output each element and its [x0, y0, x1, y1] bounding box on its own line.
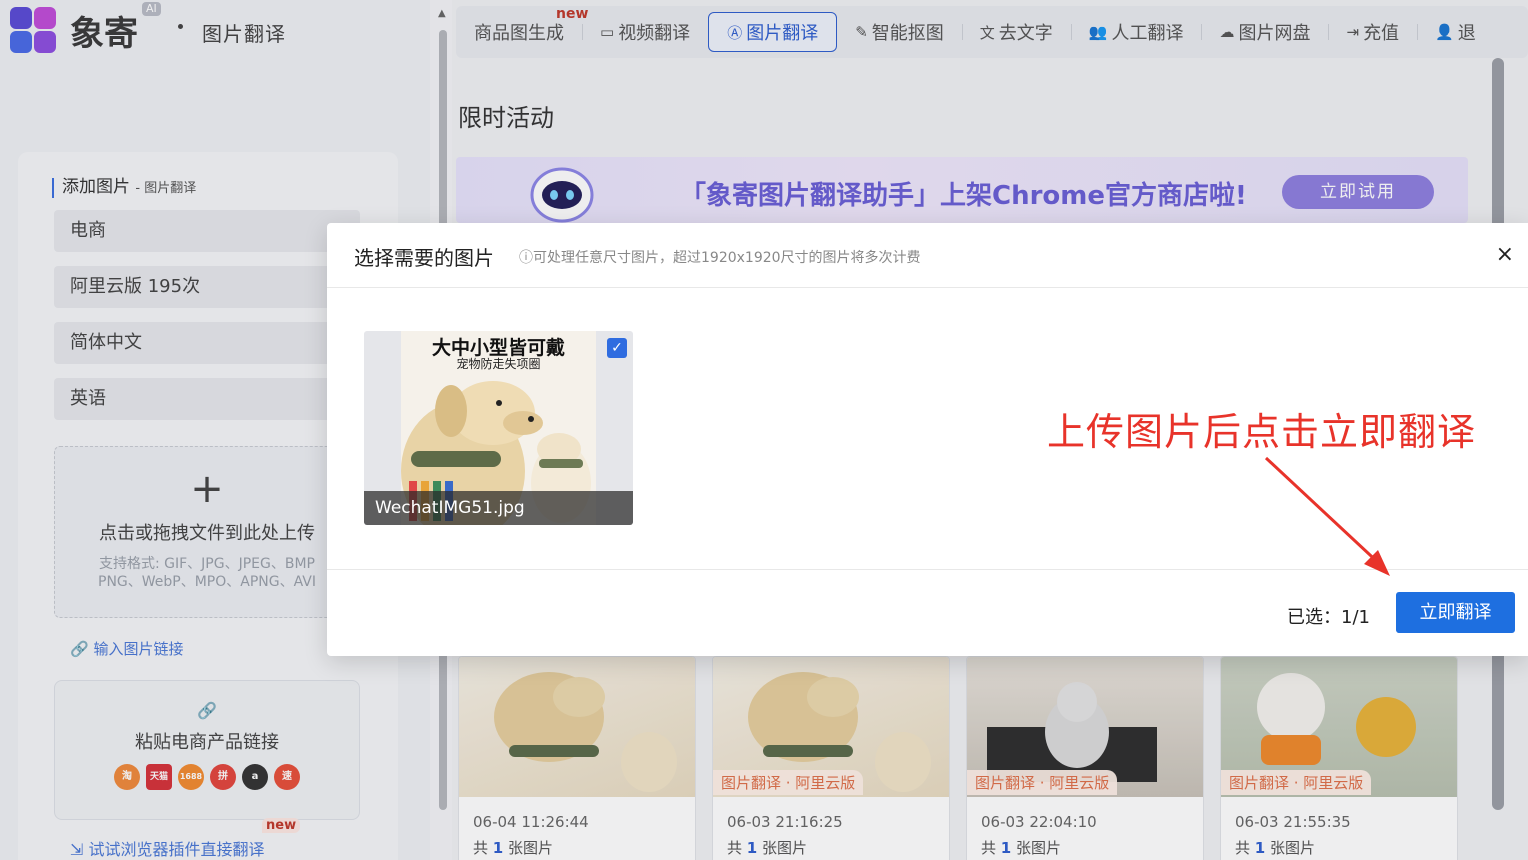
instruction-annotation: 上传图片后点击立即翻译 — [1047, 410, 1477, 454]
checkbox-checked-icon[interactable]: ✓ — [607, 338, 627, 358]
dialog-size-note: ⓘ可处理任意尺寸图片，超过1920x1920尺寸的图片将多次计费 — [519, 250, 921, 266]
translate-now-button[interactable]: 立即翻译 — [1396, 592, 1515, 633]
dialog-footer: 已选：1/1 立即翻译 — [327, 569, 1528, 656]
red-arrow-icon — [1264, 456, 1390, 576]
dialog-title: 选择需要的图片 — [354, 246, 494, 270]
close-icon[interactable]: × — [1496, 242, 1514, 267]
image-filename: WechatIMG51.jpg — [364, 491, 633, 525]
image-tile[interactable]: 大中小型皆可戴 宠物防走失项圈 ✓ WechatIMG51.jpg — [364, 331, 633, 525]
dialog-header: 选择需要的图片 ⓘ可处理任意尺寸图片，超过1920x1920尺寸的图片将多次计费… — [327, 223, 1528, 288]
image-subline: 宠物防走失项圈 — [456, 357, 541, 371]
select-image-dialog: 选择需要的图片 ⓘ可处理任意尺寸图片，超过1920x1920尺寸的图片将多次计费… — [327, 223, 1528, 656]
selected-count: 已选：1/1 — [1287, 607, 1370, 628]
